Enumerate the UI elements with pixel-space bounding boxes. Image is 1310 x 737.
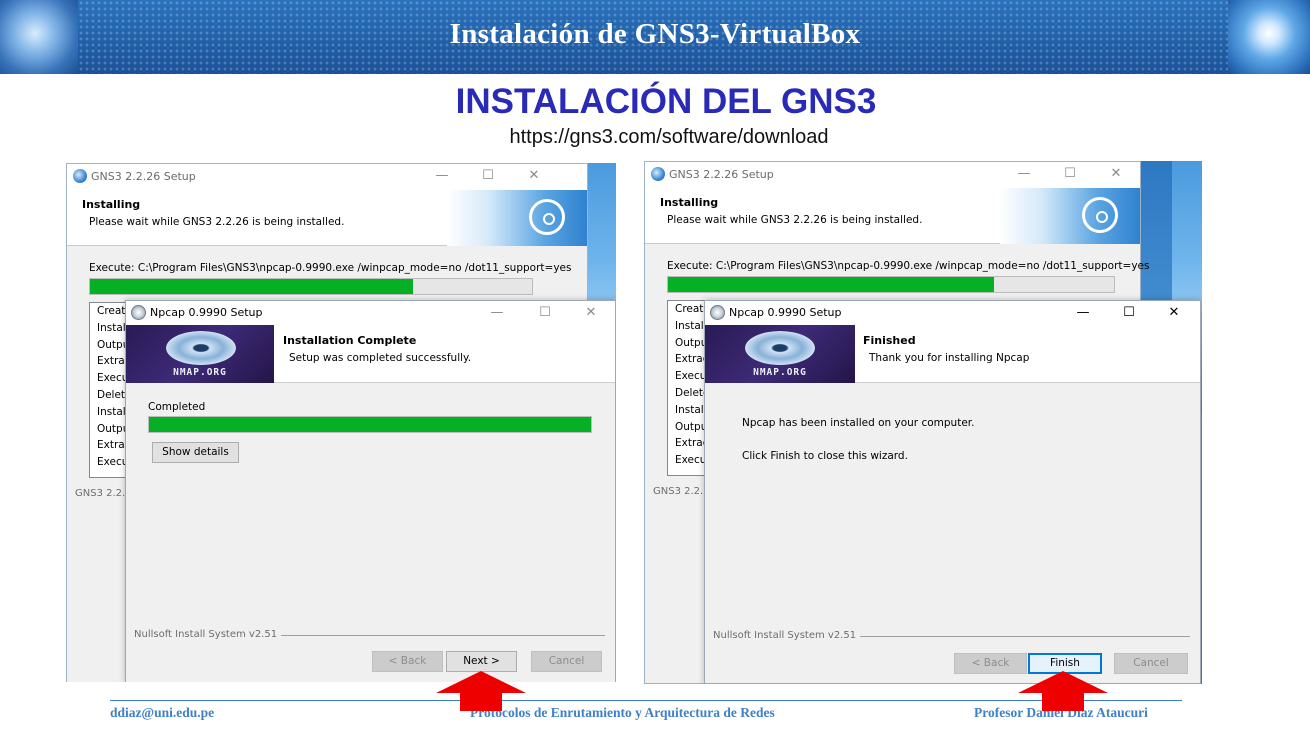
- npcap-header: NMAP.ORG Finished Thank you for installi…: [705, 325, 1200, 383]
- nmap-eye-icon: [166, 331, 236, 365]
- show-details-button[interactable]: Show details: [152, 442, 239, 463]
- npcap-header-subtitle: Thank you for installing Npcap: [869, 352, 1030, 364]
- npcap-progress-fill: [149, 417, 591, 432]
- nsis-version-text: Nullsoft Install System v2.51: [134, 629, 282, 640]
- minimize-button[interactable]: —: [433, 167, 451, 185]
- npcap-setup-window: Npcap 0.9990 Setup — ☐ ✕ NMAP.ORG Finish…: [704, 300, 1201, 684]
- npcap-progress-bar: [148, 416, 592, 433]
- npcap-header: NMAP.ORG Installation Complete Setup was…: [126, 325, 615, 383]
- gns3-header: Installing Please wait while GNS3 2.2.26…: [67, 190, 587, 246]
- footer-email: ddiaz@uni.edu.pe: [110, 705, 215, 720]
- gns3-header-subtitle: Please wait while GNS3 2.2.26 is being i…: [89, 216, 345, 228]
- header-banner: Instalación de GNS3-VirtualBox: [0, 0, 1310, 74]
- next-button[interactable]: Next >: [446, 651, 517, 672]
- cancel-button[interactable]: Cancel: [531, 651, 602, 672]
- gns3-header-title: Installing: [660, 196, 719, 209]
- red-up-arrow-finish: [1018, 671, 1108, 711]
- gns3-window-title: GNS3 2.2.26 Setup: [91, 170, 196, 183]
- npcap-titlebar: Npcap 0.9990 Setup — ☐ ✕: [705, 301, 1200, 325]
- cancel-button[interactable]: Cancel: [1114, 653, 1188, 674]
- banner-title: Instalación de GNS3-VirtualBox: [449, 18, 861, 50]
- gns3-titlebar: GNS3 2.2.26 Setup — ☐ ✕: [67, 164, 587, 190]
- gns3-header-title: Installing: [82, 198, 141, 211]
- right-screenshot: GNS3 2.2.26 Setup — ☐ ✕ Installing Pleas…: [644, 161, 1202, 684]
- gns3-progress-bar: [89, 278, 533, 295]
- minimize-button[interactable]: —: [488, 304, 506, 322]
- execute-line: Execute: C:\Program Files\GNS3\npcap-0.9…: [667, 260, 1150, 272]
- back-button[interactable]: < Back: [954, 653, 1027, 674]
- nmap-logo: NMAP.ORG: [705, 325, 855, 383]
- npcap-window-title: Npcap 0.9990 Setup: [729, 306, 842, 319]
- close-button[interactable]: ✕: [1107, 165, 1125, 183]
- nsis-version-text: Nullsoft Install System v2.51: [713, 630, 861, 641]
- npcap-setup-window: Npcap 0.9990 Setup — ☐ ✕ NMAP.ORG Instal…: [125, 300, 616, 682]
- npcap-header-title: Finished: [863, 334, 916, 347]
- gns3-progress-bar: [667, 276, 1115, 293]
- back-button[interactable]: < Back: [372, 651, 443, 672]
- gns3-header-art: [447, 190, 587, 246]
- minimize-button[interactable]: —: [1074, 304, 1092, 322]
- red-up-arrow-next: [436, 671, 526, 711]
- npcap-header-subtitle: Setup was completed successfully.: [289, 352, 472, 364]
- execute-line: Execute: C:\Program Files\GNS3\npcap-0.9…: [89, 262, 572, 274]
- installed-message: Npcap has been installed on your compute…: [742, 417, 975, 429]
- maximize-button[interactable]: ☐: [479, 167, 497, 185]
- npcap-header-title: Installation Complete: [283, 334, 417, 347]
- gns3-chameleon-icon: [1082, 197, 1118, 233]
- minimize-button[interactable]: —: [1015, 165, 1033, 183]
- completed-label: Completed: [148, 401, 206, 413]
- gns3-app-icon: [73, 169, 87, 183]
- nmap-logo: NMAP.ORG: [126, 325, 274, 383]
- gns3-progress-fill: [90, 279, 413, 294]
- gns3-progress-fill: [668, 277, 994, 292]
- gns3-footer-text: GNS3 2.2.2: [653, 486, 710, 497]
- gns3-footer-text: GNS3 2.2.2: [75, 488, 132, 499]
- gns3-header: Installing Please wait while GNS3 2.2.26…: [645, 188, 1140, 244]
- close-button[interactable]: ✕: [525, 167, 543, 185]
- nmap-logo-text: NMAP.ORG: [753, 367, 807, 378]
- maximize-button[interactable]: ☐: [1120, 304, 1138, 322]
- npcap-app-icon: [710, 305, 725, 320]
- left-screenshot: GNS3 2.2.26 Setup — ☐ ✕ Installing Pleas…: [66, 163, 616, 682]
- npcap-titlebar: Npcap 0.9990 Setup — ☐ ✕: [126, 301, 615, 325]
- nmap-eye-icon: [745, 331, 815, 365]
- download-url[interactable]: https://gns3.com/software/download: [0, 126, 1310, 149]
- gns3-app-icon: [651, 167, 665, 181]
- close-button[interactable]: ✕: [1165, 304, 1183, 322]
- gns3-titlebar: GNS3 2.2.26 Setup — ☐ ✕: [645, 162, 1140, 188]
- maximize-button[interactable]: ☐: [536, 304, 554, 322]
- maximize-button[interactable]: ☐: [1061, 165, 1079, 183]
- finish-instruction: Click Finish to close this wizard.: [742, 450, 908, 462]
- slide-title: INSTALACIÓN DEL GNS3: [455, 82, 877, 121]
- gns3-header-subtitle: Please wait while GNS3 2.2.26 is being i…: [667, 214, 923, 226]
- gns3-chameleon-icon: [529, 199, 565, 235]
- gns3-window-title: GNS3 2.2.26 Setup: [669, 168, 774, 181]
- npcap-app-icon: [131, 305, 146, 320]
- gns3-header-art: [1000, 188, 1140, 244]
- close-button[interactable]: ✕: [582, 304, 600, 322]
- npcap-window-title: Npcap 0.9990 Setup: [150, 306, 263, 319]
- nmap-logo-text: NMAP.ORG: [173, 367, 227, 378]
